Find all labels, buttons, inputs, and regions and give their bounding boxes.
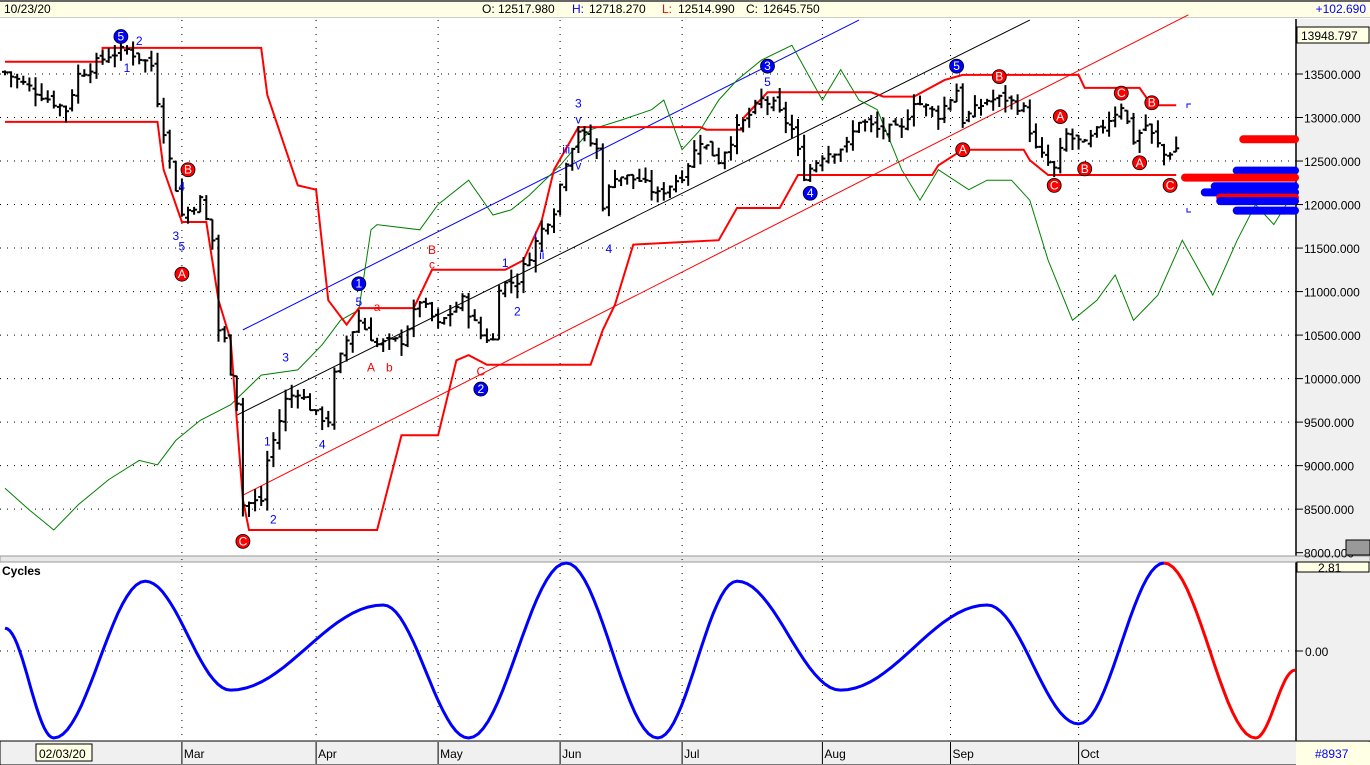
- wave-circle-label: B: [1081, 162, 1089, 176]
- wave-label: 3: [575, 97, 582, 111]
- bar-count: #8937: [1315, 747, 1349, 761]
- wave-circle-label: C: [1166, 178, 1175, 192]
- wave-label: 5: [355, 295, 362, 309]
- wave-circle-label: B: [1148, 96, 1156, 110]
- y-tick-label: 12000.000: [1304, 199, 1361, 213]
- y-tick-label: 8500.000: [1304, 503, 1354, 517]
- x-tick-label-oct: Oct: [1081, 747, 1100, 761]
- wave-circle-label: 3: [764, 59, 771, 73]
- wave-label: 3: [282, 351, 289, 365]
- panel-divider[interactable]: [0, 555, 1370, 563]
- wave-label: 2: [514, 305, 521, 319]
- y-tick-label: 11500.000: [1304, 242, 1360, 256]
- wave-label: v: [575, 158, 581, 172]
- wave-label: 1: [502, 256, 509, 270]
- wave-circle-label: A: [178, 267, 186, 281]
- cycle-zero-label: 0.00: [1305, 645, 1329, 659]
- y-tick-label: 13500.000: [1304, 68, 1361, 82]
- x-tick-label-aug: Aug: [824, 747, 845, 761]
- wave-circle-label: 1: [355, 277, 362, 291]
- y-tick-label: 9500.000: [1304, 416, 1354, 430]
- wave-circle-label: A: [1136, 156, 1144, 170]
- wave-label: i: [534, 229, 537, 243]
- y-tick-label: 13000.000: [1304, 112, 1361, 126]
- x-tick-label-sep: Sep: [953, 747, 975, 761]
- x-tick-label-jul: Jul: [684, 747, 699, 761]
- y-tick-label: 12500.000: [1304, 155, 1361, 169]
- wave-circle-label: C: [1117, 86, 1126, 100]
- wave-circle-label: C: [239, 534, 248, 548]
- wave-label: v: [575, 112, 581, 126]
- wave-label: b: [386, 360, 393, 374]
- x-tick-label-mar: Mar: [184, 747, 205, 761]
- wave-label: ii: [539, 248, 544, 262]
- cycles-title: Cycles: [2, 564, 41, 578]
- volume-profile: [1181, 103, 1299, 215]
- wave-label: A: [367, 360, 375, 374]
- wave-label: 2: [270, 513, 277, 527]
- wave-label: 1: [264, 434, 271, 448]
- wave-label: 2: [136, 34, 143, 48]
- wave-label: 1: [124, 61, 131, 75]
- wave-circle-label: A: [1056, 110, 1064, 124]
- bands: [4, 14, 1293, 531]
- y-tick-label: 10000.000: [1304, 373, 1361, 387]
- wave-circle-label: A: [959, 143, 967, 157]
- wave-circle-label: B: [184, 163, 192, 177]
- y-axis-labels: 8000.0008500.0009000.0009500.00010000.00…: [1296, 26, 1370, 659]
- x-tick-label-may: May: [440, 747, 463, 761]
- start-date: 02/03/20: [39, 747, 86, 761]
- wave-circle-label: C: [1050, 178, 1059, 192]
- wave-label: 4: [606, 242, 613, 256]
- x-tick-label-apr: Apr: [318, 747, 337, 761]
- last-value: 13948.797: [1301, 29, 1358, 43]
- y-tick-label: 10500.000: [1304, 329, 1361, 343]
- wave-circle-label: 2: [477, 382, 484, 396]
- wave-circle-label: 4: [807, 186, 814, 200]
- scale-icon: [1345, 539, 1370, 556]
- wave-label: iii: [562, 143, 570, 157]
- wave-label: B: [428, 243, 436, 257]
- wave-label: 4: [319, 438, 326, 452]
- chart-canvas[interactable]: 512345BACABACBCBAC2143512345123viiiviii 4…: [0, 0, 1370, 765]
- wave-label: 5: [179, 239, 186, 253]
- cycle-line: [4, 561, 1165, 740]
- trend-line: [236, 19, 1031, 416]
- wave-label: a: [374, 300, 381, 314]
- wave-label: C: [476, 365, 485, 379]
- cycle-max-label: 2.81: [1318, 561, 1342, 575]
- wave-label: 5: [764, 75, 771, 89]
- cycle-curve: [4, 561, 1296, 740]
- y-tick-label: 9000.000: [1304, 460, 1354, 474]
- wave-label: 4: [179, 179, 186, 193]
- wave-circle-label: 5: [953, 59, 960, 73]
- wave-circle-label: 5: [118, 30, 125, 44]
- wave-circle-label: B: [995, 70, 1003, 84]
- wave-label: c: [429, 258, 435, 272]
- y-tick-label: 11000.000: [1304, 286, 1360, 300]
- bracket-marker: [1186, 103, 1191, 213]
- x-tick-label-jun: Jun: [562, 747, 581, 761]
